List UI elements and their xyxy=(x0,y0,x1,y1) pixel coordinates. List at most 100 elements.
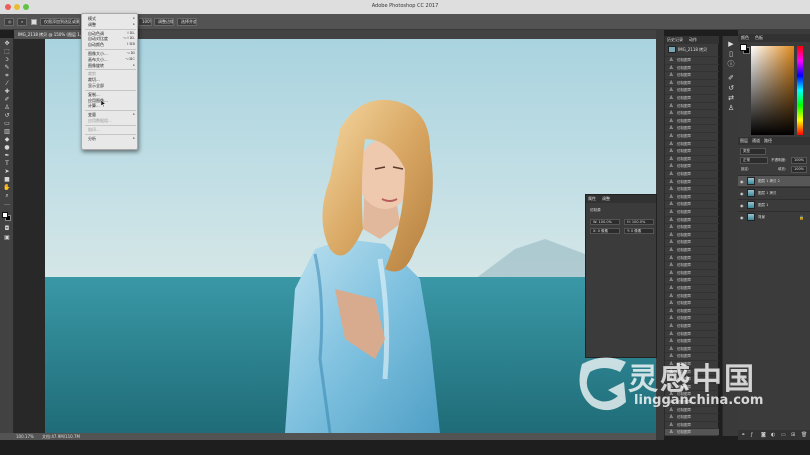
height-field[interactable]: H: 100.0% xyxy=(624,219,654,225)
history-state[interactable]: ♙ 仿制图章 xyxy=(665,329,719,337)
fx-icon[interactable]: ƒ xyxy=(751,432,753,438)
visibility-eye-icon[interactable]: ◉ xyxy=(740,179,744,184)
screen-mode-icon[interactable]: ▣ xyxy=(3,235,11,241)
menu-item[interactable]: 应用图像... xyxy=(88,98,137,103)
history-brush-tool-icon[interactable]: ↺ xyxy=(3,113,11,119)
delete-layer-icon[interactable]: 🗑 xyxy=(801,432,807,438)
zoom-tool-icon[interactable]: ⌕ xyxy=(17,18,27,26)
menu-item[interactable]: 计算... xyxy=(88,103,137,108)
history-state[interactable]: ♙ 仿制图章 xyxy=(665,78,719,86)
visibility-eye-icon[interactable]: ◉ xyxy=(740,215,744,220)
menu-item[interactable]: 陷印... xyxy=(88,127,137,132)
history-state[interactable]: ♙ 仿制图章 xyxy=(665,428,719,436)
y-offset-field[interactable]: Y: 0 像素 xyxy=(624,228,654,234)
rectangle-tool-icon[interactable]: ■ xyxy=(3,177,11,183)
history-state[interactable]: ♙ 仿制图章 xyxy=(665,306,719,314)
history-state[interactable]: ♙ 仿制图章 xyxy=(665,177,719,185)
history-state[interactable]: ♙ 仿制图章 xyxy=(665,63,719,71)
menu-item[interactable]: 裁切... xyxy=(88,77,137,82)
history-state[interactable]: ♙ 仿制图章 xyxy=(665,344,719,352)
history-state[interactable]: ♙ 仿制图章 xyxy=(665,253,719,261)
visibility-eye-icon[interactable]: ◉ xyxy=(740,191,744,196)
fill-field[interactable]: 100% xyxy=(791,166,807,173)
document-icon[interactable]: ▯ xyxy=(727,50,735,58)
quick-select-tool-icon[interactable]: ✎ xyxy=(3,65,11,71)
gradient-tool-icon[interactable]: ▥ xyxy=(3,129,11,135)
history-state[interactable]: ♙ 仿制图章 xyxy=(665,116,719,124)
lasso-tool-icon[interactable]: ↄ xyxy=(3,57,11,63)
dodge-tool-icon[interactable]: ● xyxy=(3,145,11,151)
menu-item[interactable]: 复制... xyxy=(88,92,137,97)
foreground-swatch[interactable] xyxy=(740,44,747,51)
visibility-eye-icon[interactable]: ◉ xyxy=(740,203,744,208)
history-state[interactable]: ♙ 仿制图章 xyxy=(665,322,719,329)
foreground-color-swatch[interactable] xyxy=(2,212,8,218)
history-state[interactable]: ♙ 仿制图章 xyxy=(665,147,719,154)
clone-stamp-tool-icon[interactable]: ♙ xyxy=(3,105,11,111)
layer-filter-select[interactable]: 类型 xyxy=(740,148,766,155)
color-picker-field[interactable] xyxy=(751,46,794,135)
snapshot-thumbnail[interactable] xyxy=(668,46,676,53)
history-state[interactable]: ♙ 仿制图章 xyxy=(665,200,719,207)
x-offset-field[interactable]: X: 0 像素 xyxy=(590,228,620,234)
history-state[interactable]: ♙ 仿制图章 xyxy=(665,337,719,344)
layer-row[interactable]: ◉ 图层 1 拷贝 xyxy=(738,187,810,198)
history-state[interactable]: ♙ 仿制图章 xyxy=(665,124,719,131)
menu-item[interactable]: 图像旋转 ▸ xyxy=(88,63,137,68)
sample-all-layers-checkbox[interactable] xyxy=(31,19,37,25)
history-state[interactable]: ♙ 仿制图章 xyxy=(665,94,719,101)
menu-item[interactable]: 显示全部 xyxy=(88,83,137,88)
swap-icon[interactable]: ⇄ xyxy=(727,94,735,102)
adjustment-layer-icon[interactable]: ◐ xyxy=(771,432,775,438)
menu-item[interactable]: 自动色调 ⇧⌘L xyxy=(88,31,137,36)
history-state[interactable]: ♙ 仿制图章 xyxy=(665,56,719,63)
new-group-icon[interactable]: ▭ xyxy=(781,432,786,438)
tab-paths[interactable]: 路径 xyxy=(764,138,772,144)
history-state[interactable]: ♙ 仿制图章 xyxy=(665,215,719,223)
link-layers-icon[interactable]: ⚭ xyxy=(741,432,745,438)
move-tool-icon[interactable]: ✥ xyxy=(3,41,11,47)
menu-item[interactable]: 应用数据组... xyxy=(88,118,137,123)
history-state[interactable]: ♙ 仿制图章 xyxy=(665,101,719,109)
options-control-1[interactable]: 仅限添加到选区或删除… xyxy=(40,18,80,26)
document-tab[interactable]: IMG_2118 拷贝 @ 150% (图层 1, RGB/8) xyxy=(14,30,84,39)
history-state[interactable]: ♙ 仿制图章 xyxy=(665,268,719,276)
brush-tool-icon[interactable]: ✐ xyxy=(3,97,11,103)
add-mask-icon[interactable]: ◙ xyxy=(761,432,766,438)
width-field[interactable]: W: 100.0% xyxy=(590,219,620,225)
history-state[interactable]: ♙ 仿制图章 xyxy=(665,420,719,428)
history-state[interactable]: ♙ 仿制图章 xyxy=(665,223,719,230)
tab-history[interactable]: 历史记录 xyxy=(667,37,683,43)
tab-color[interactable]: 颜色 xyxy=(741,35,749,41)
menu-item[interactable]: 图像大小... ⌥⌘I xyxy=(88,51,137,56)
history-state[interactable]: ♙ 仿制图章 xyxy=(665,413,719,420)
history-state[interactable]: ♙ 仿制图章 xyxy=(665,284,719,291)
history-state[interactable]: ♙ 仿制图章 xyxy=(665,291,719,299)
history-state[interactable]: ♙ 仿制图章 xyxy=(665,139,719,147)
snapshot-label[interactable]: IMG_2118 拷贝 xyxy=(678,47,707,53)
crop-tool-icon[interactable]: ⌗ xyxy=(3,73,11,79)
history-state[interactable]: ♙ 仿制图章 xyxy=(665,109,719,116)
pen-tool-icon[interactable]: ✒ xyxy=(3,153,11,159)
menu-item[interactable]: 分析 ▸ xyxy=(88,136,137,141)
tab-actions[interactable]: 动作 xyxy=(689,37,697,43)
history-icon[interactable]: ↺ xyxy=(727,84,735,92)
more-tools-icon[interactable]: … xyxy=(3,201,11,207)
history-state[interactable]: ♙ 仿制图章 xyxy=(665,246,719,253)
blend-mode-select[interactable]: 正常 xyxy=(740,157,768,164)
history-state[interactable]: ♙ 仿制图章 xyxy=(665,299,719,306)
history-state[interactable]: ♙ 仿制图章 xyxy=(665,192,719,200)
history-state[interactable]: ♙ 仿制图章 xyxy=(665,208,719,215)
history-state[interactable]: ♙ 仿制图章 xyxy=(665,185,719,192)
menu-item[interactable]: 变量 ▸ xyxy=(88,112,137,117)
menu-item[interactable]: 模式 ▸ xyxy=(88,16,137,21)
tab-channels[interactable]: 通道 xyxy=(752,138,760,144)
tab-swatches[interactable]: 色板 xyxy=(755,35,763,41)
tab-properties[interactable]: 属性 xyxy=(588,196,596,202)
menu-item[interactable]: 自动对比度 ⌥⇧⌘L xyxy=(88,36,137,41)
history-state[interactable]: ♙ 仿制图章 xyxy=(665,230,719,238)
tab-adjustments[interactable]: 调整 xyxy=(602,196,610,202)
layer-row[interactable]: ◉ 图层 1 xyxy=(738,199,810,210)
clone-source-icon[interactable]: ♙ xyxy=(727,104,735,112)
history-state[interactable]: ♙ 仿制图章 xyxy=(665,170,719,177)
